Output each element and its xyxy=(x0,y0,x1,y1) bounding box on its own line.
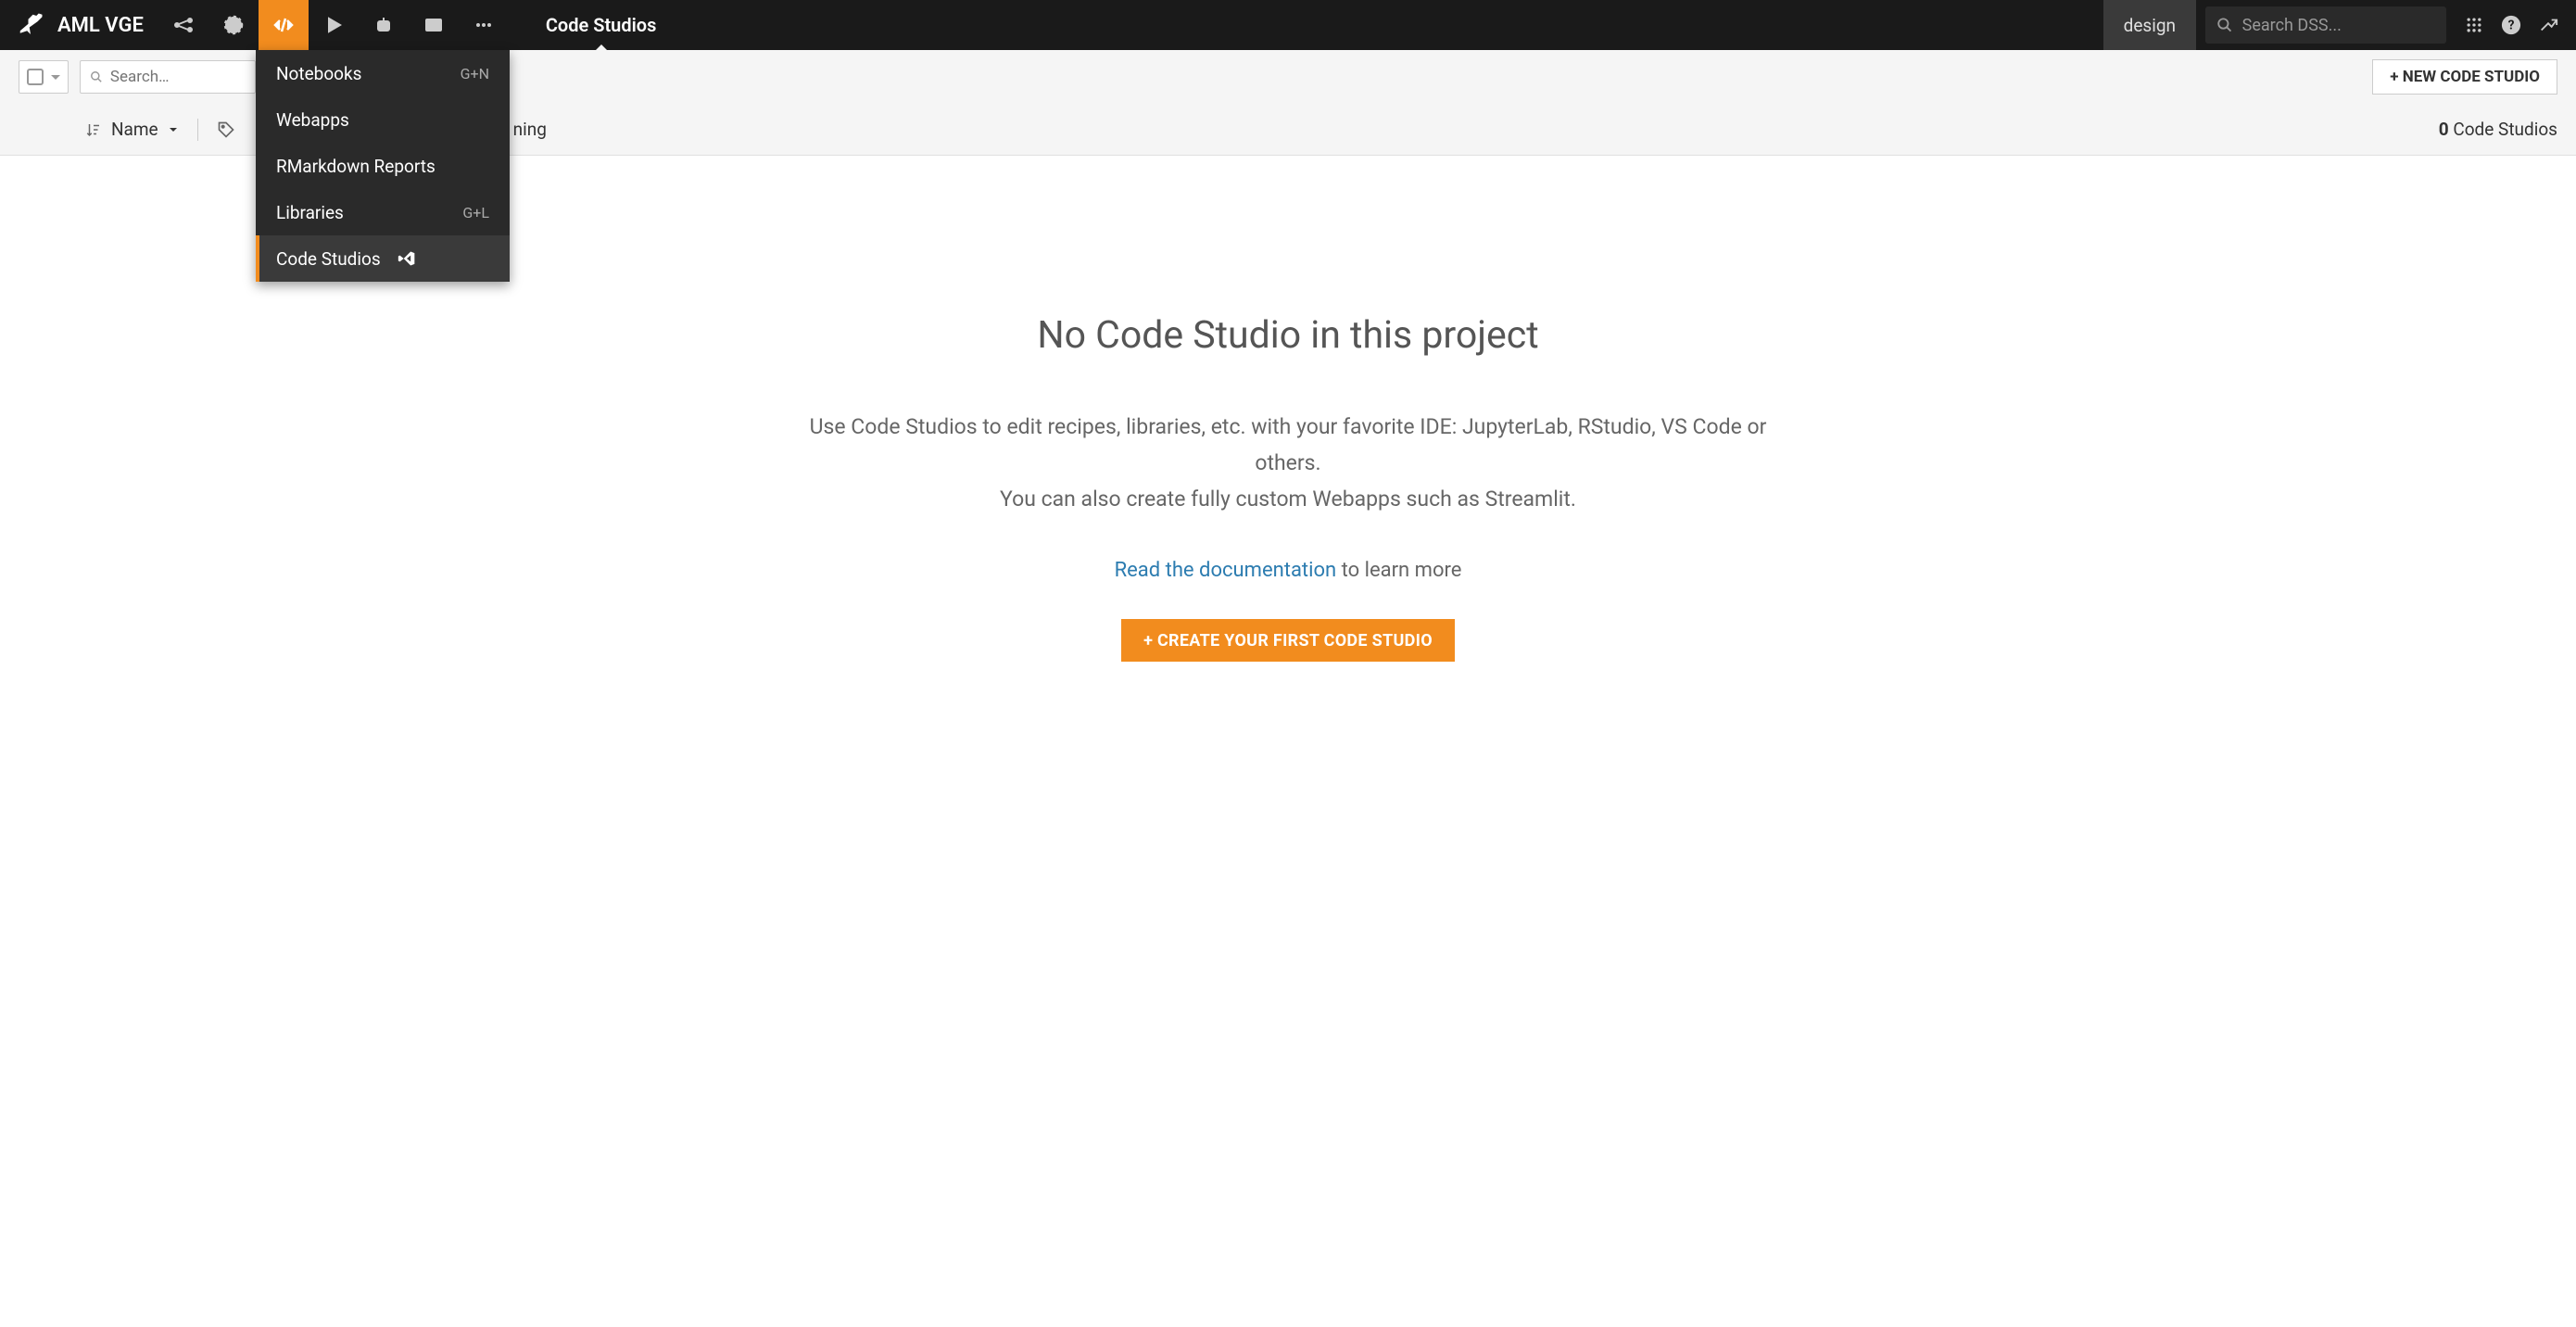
shortcut-label: G+N xyxy=(461,65,489,82)
checkbox-icon xyxy=(27,69,44,85)
svg-text:?: ? xyxy=(2508,19,2515,33)
sort-label: Name xyxy=(111,119,158,140)
menu-webapps[interactable]: Webapps xyxy=(256,96,510,143)
toolbar-search[interactable] xyxy=(80,60,256,94)
sort-icon xyxy=(85,121,102,138)
menu-item-label: Webapps xyxy=(276,109,349,131)
help-icon[interactable]: ? xyxy=(2493,0,2530,50)
arrow-icon[interactable] xyxy=(2530,0,2567,50)
circle-icon[interactable] xyxy=(208,0,259,50)
design-button[interactable]: design xyxy=(2103,0,2196,50)
more-icon[interactable] xyxy=(459,0,509,50)
play-icon[interactable] xyxy=(309,0,359,50)
chevron-down-icon xyxy=(51,75,60,80)
project-name[interactable]: AML VGE xyxy=(50,14,158,37)
global-search-input[interactable] xyxy=(2242,16,2435,35)
doc-line: Read the documentation to learn more xyxy=(0,559,2576,582)
count-display: 0 Code Studios xyxy=(2439,119,2557,140)
menu-notebooks[interactable]: Notebooks G+N xyxy=(256,50,510,96)
menu-item-label: Libraries xyxy=(276,202,344,223)
menu-item-label: Code Studios xyxy=(276,248,381,270)
chevron-down-icon xyxy=(168,124,179,135)
new-code-studio-button[interactable]: + NEW CODE STUDIO xyxy=(2372,59,2557,95)
vscode-icon xyxy=(398,249,416,268)
sort-control[interactable]: Name xyxy=(85,119,179,140)
toolbar-search-input[interactable] xyxy=(110,68,246,86)
apps-icon[interactable] xyxy=(2456,0,2493,50)
menu-rmarkdown[interactable]: RMarkdown Reports xyxy=(256,143,510,189)
menu-item-label: RMarkdown Reports xyxy=(276,156,436,177)
code-dropdown-menu: Notebooks G+N Webapps RMarkdown Reports … xyxy=(256,50,510,282)
empty-title: No Code Studio in this project xyxy=(0,313,2576,358)
menu-libraries[interactable]: Libraries G+L xyxy=(256,189,510,235)
empty-description: Use Code Studios to edit recipes, librar… xyxy=(778,409,1798,517)
code-icon[interactable] xyxy=(259,0,309,50)
select-all-dropdown[interactable] xyxy=(19,60,69,94)
divider xyxy=(197,119,198,141)
logo-icon[interactable] xyxy=(0,0,50,50)
running-filter[interactable]: ning xyxy=(513,119,547,140)
robot-icon[interactable] xyxy=(359,0,409,50)
global-search[interactable] xyxy=(2205,6,2446,44)
page-title: Code Studios xyxy=(546,14,657,36)
menu-item-label: Notebooks xyxy=(276,63,361,84)
create-first-button[interactable]: + CREATE YOUR FIRST CODE STUDIO xyxy=(1121,619,1455,662)
dashboard-icon[interactable] xyxy=(409,0,459,50)
menu-code-studios[interactable]: Code Studios xyxy=(256,235,510,282)
documentation-link[interactable]: Read the documentation xyxy=(1115,559,1337,582)
search-icon xyxy=(2216,16,2233,34)
search-icon xyxy=(90,70,103,84)
flow-icon[interactable] xyxy=(158,0,208,50)
shortcut-label: G+L xyxy=(462,204,489,221)
tag-icon[interactable] xyxy=(217,120,235,139)
